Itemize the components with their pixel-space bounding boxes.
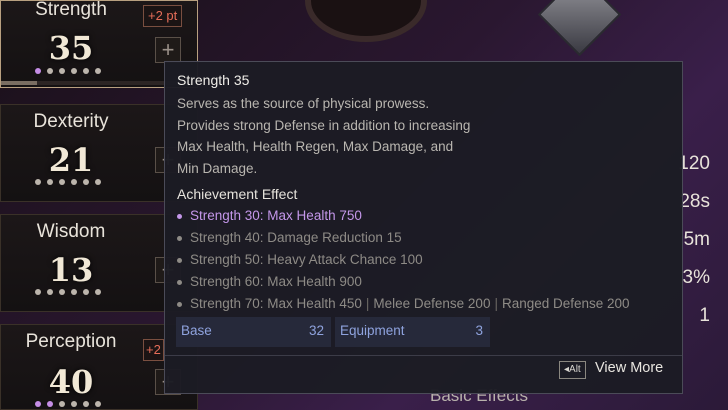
dot bbox=[95, 401, 101, 407]
tooltip-divider bbox=[165, 355, 682, 356]
add-point-button[interactable]: + bbox=[155, 37, 181, 63]
alt-key-icon: ◂Alt bbox=[559, 361, 586, 379]
dot bbox=[83, 401, 89, 407]
achievement-row: Strength 30: Max Health 750 bbox=[177, 208, 362, 223]
points-badge: +2 bbox=[143, 339, 164, 361]
stat-name: Wisdom bbox=[36, 221, 106, 242]
stat-dots bbox=[35, 68, 101, 74]
achievement-text: Strength 30: Max Health 750 bbox=[190, 208, 362, 223]
gem-emblem-icon bbox=[537, 0, 622, 57]
bullet-icon bbox=[177, 213, 182, 219]
stat-value: 35 bbox=[48, 29, 94, 67]
dot bbox=[47, 68, 53, 74]
dot bbox=[35, 179, 41, 185]
equipment-label: Equipment bbox=[340, 323, 405, 338]
dot bbox=[71, 68, 77, 74]
bullet-icon bbox=[177, 301, 182, 307]
right-value-4: 3% bbox=[682, 267, 710, 288]
separator: | bbox=[365, 296, 370, 311]
dot-lit bbox=[47, 401, 53, 407]
dot bbox=[59, 68, 65, 74]
base-label: Base bbox=[181, 323, 212, 338]
stat-value: 21 bbox=[48, 141, 94, 179]
dot bbox=[59, 401, 65, 407]
tooltip-description: Serves as the source of physical prowess… bbox=[177, 96, 471, 176]
achievement-text: Strength 70: Max Health 450 bbox=[190, 296, 362, 311]
equipment-box: Equipment 3 bbox=[335, 317, 490, 347]
dot bbox=[47, 289, 53, 295]
achievement-row: Strength 60: Max Health 900 bbox=[177, 274, 362, 289]
dot bbox=[71, 179, 77, 185]
right-value-5: 1 bbox=[699, 305, 710, 326]
stat-dots bbox=[35, 179, 101, 185]
stat-value: 13 bbox=[48, 251, 94, 289]
dot bbox=[95, 68, 101, 74]
separator: | bbox=[494, 296, 498, 311]
dot bbox=[95, 179, 101, 185]
achievement-effect-heading: Achievement Effect bbox=[177, 186, 298, 202]
dot bbox=[59, 289, 65, 295]
dot bbox=[47, 179, 53, 185]
tooltip-title: Strength 35 bbox=[177, 72, 250, 88]
dot bbox=[35, 289, 41, 295]
dot bbox=[71, 289, 77, 295]
achievement-row: Strength 50: Heavy Attack Chance 100 bbox=[177, 252, 423, 267]
stat-dots bbox=[35, 289, 101, 295]
bullet-icon bbox=[177, 235, 182, 241]
right-value-2: 28s bbox=[679, 191, 710, 212]
right-value-1: 120 bbox=[678, 153, 710, 174]
dot bbox=[83, 68, 89, 74]
stat-dots bbox=[35, 401, 101, 407]
achievement-text: Strength 50: Heavy Attack Chance 100 bbox=[190, 252, 423, 267]
achievement-extra: Melee Defense 200 bbox=[373, 296, 491, 311]
dot bbox=[95, 289, 101, 295]
stat-tooltip: Strength 35 Serves as the source of phys… bbox=[164, 61, 683, 394]
dot bbox=[59, 179, 65, 185]
bullet-icon bbox=[177, 257, 182, 263]
view-more-link[interactable]: View More bbox=[595, 360, 663, 376]
stat-name: Strength bbox=[35, 0, 107, 20]
achievement-extra: Ranged Defense 200 bbox=[501, 296, 630, 311]
bullet-icon bbox=[177, 279, 182, 285]
dot bbox=[83, 289, 89, 295]
dot-lit bbox=[35, 68, 41, 74]
achievement-text: Strength 60: Max Health 900 bbox=[190, 274, 362, 289]
achievement-row: Strength 70: Max Health 450 | Melee Defens… bbox=[177, 296, 630, 311]
stat-name: Perception bbox=[25, 331, 117, 352]
dot bbox=[71, 401, 77, 407]
stat-name: Dexterity bbox=[33, 111, 109, 132]
points-badge: +2 pt bbox=[143, 5, 183, 27]
base-value: 32 bbox=[308, 323, 324, 338]
right-value-3: 5m bbox=[683, 229, 710, 250]
stat-value: 40 bbox=[48, 363, 94, 401]
achievement-row: Strength 40: Damage Reduction 15 bbox=[177, 230, 402, 245]
base-box: Base 32 bbox=[176, 317, 331, 347]
achievement-text: Strength 40: Damage Reduction 15 bbox=[190, 230, 402, 245]
dot-lit bbox=[35, 401, 41, 407]
equipment-value: 3 bbox=[475, 323, 483, 338]
ornament-emblem-top bbox=[305, 0, 427, 42]
dot bbox=[83, 179, 89, 185]
